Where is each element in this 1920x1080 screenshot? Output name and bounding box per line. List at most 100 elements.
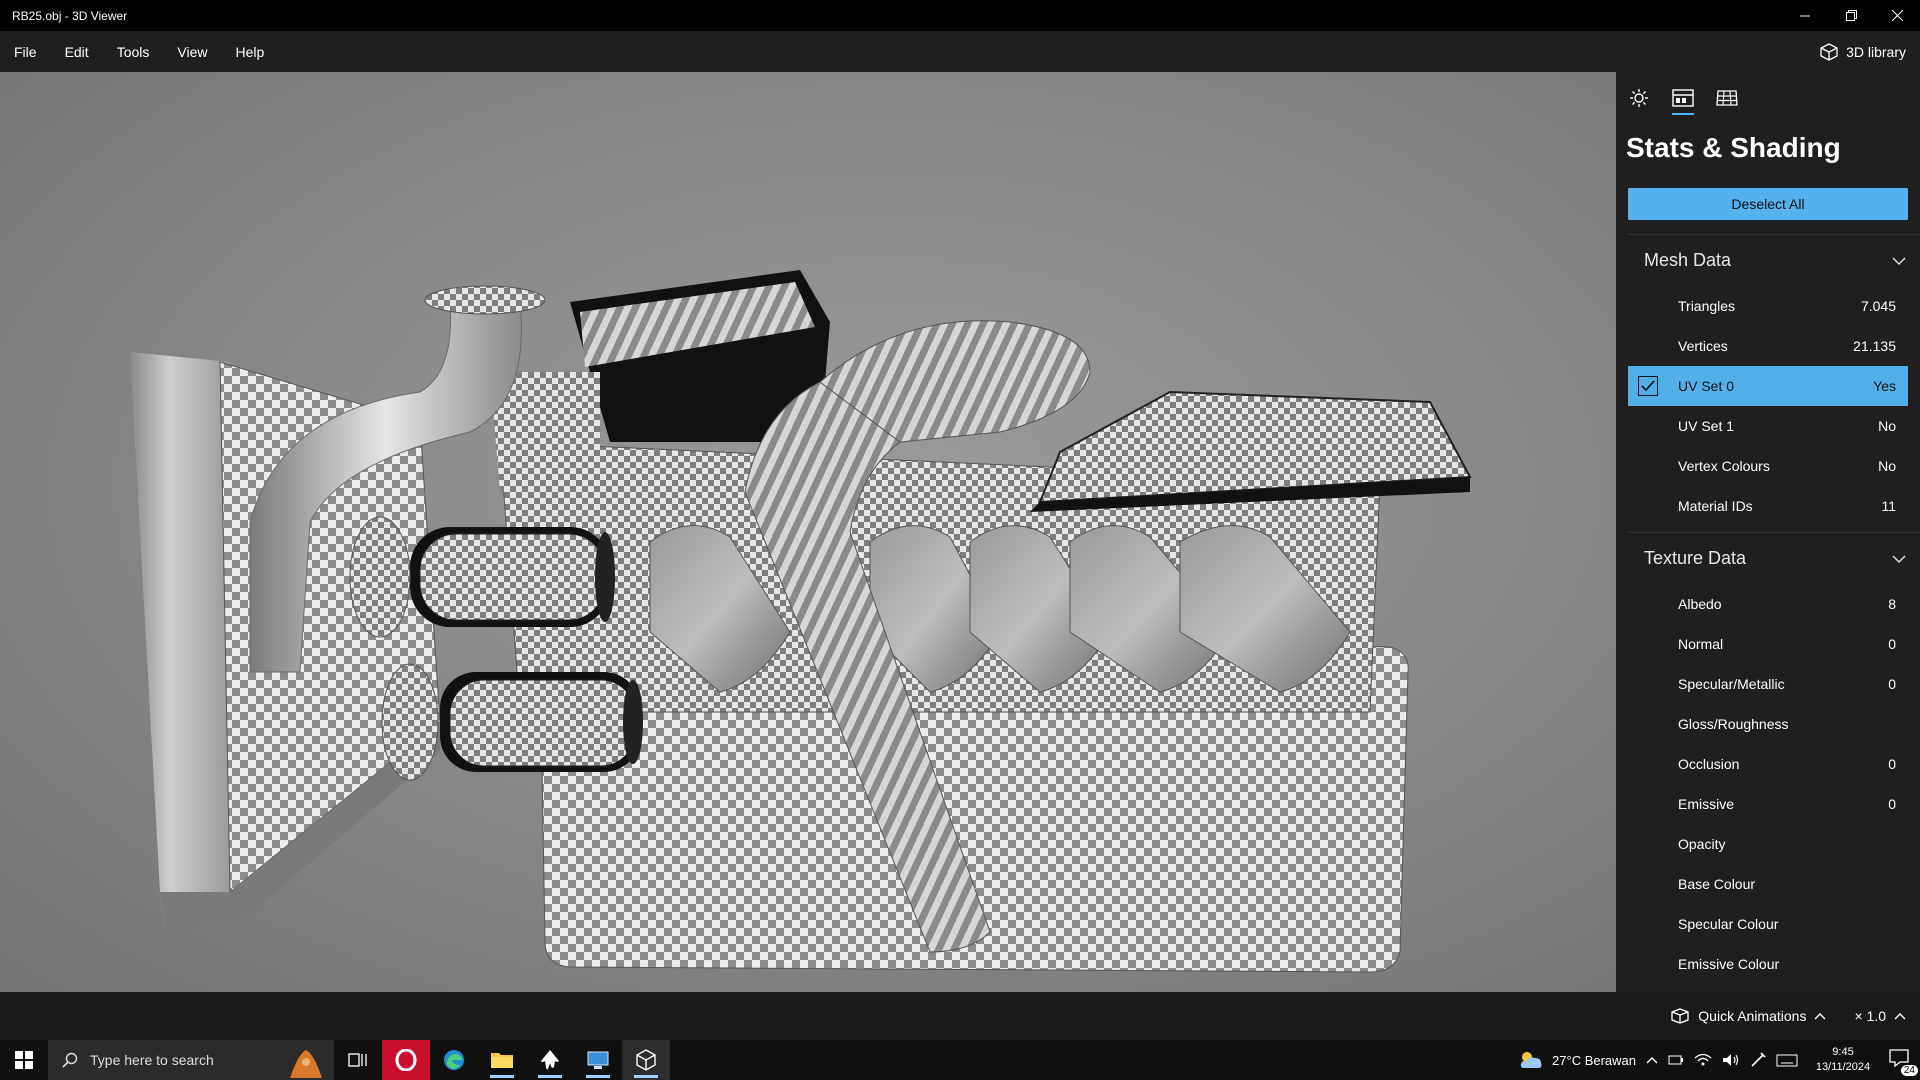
inkscape-icon <box>541 1050 559 1070</box>
3d-viewer-app[interactable] <box>622 1040 670 1080</box>
texture-row-opacity[interactable]: Opacity <box>1628 824 1908 864</box>
3d-library-button[interactable]: 3D library <box>1820 31 1906 72</box>
battery-icon[interactable] <box>1668 1053 1684 1067</box>
3d-library-label: 3D library <box>1846 43 1906 60</box>
texture-row-specular-metallic[interactable]: Specular/Metallic 0 <box>1628 664 1908 704</box>
taskbar: Type here to search 27°C Berawan 9:45 13… <box>0 1040 1920 1080</box>
chevron-up-icon <box>1814 1013 1826 1020</box>
mesh-data-header[interactable]: Mesh Data <box>1628 234 1920 286</box>
minimize-icon <box>1800 15 1810 16</box>
deselect-all-button[interactable]: Deselect All <box>1628 188 1908 220</box>
panel-title: Stats & Shading <box>1626 132 1841 163</box>
row-label: UV Set 0 <box>1678 378 1735 394</box>
menu-help[interactable]: Help <box>221 31 278 72</box>
cube-icon <box>1820 42 1838 61</box>
weather-widget[interactable]: 27°C Berawan <box>1518 1050 1636 1070</box>
taskbar-search-box[interactable]: Type here to search <box>48 1040 334 1080</box>
mesh-row-vertices[interactable]: Vertices 21.135 <box>1628 326 1908 366</box>
quick-animations-label: Quick Animations <box>1698 1008 1807 1024</box>
restore-button[interactable] <box>1828 0 1874 31</box>
tab-grid[interactable] <box>1714 81 1740 115</box>
panel-tabs <box>1616 72 1920 124</box>
stats-shading-panel: Stats & Shading Deselect All Mesh Data T… <box>1616 72 1920 992</box>
windows-icon <box>15 1051 33 1069</box>
window-controls <box>1782 0 1920 31</box>
sun-icon <box>1630 89 1648 107</box>
row-value: Yes <box>1873 378 1896 394</box>
uv-set-0-checkbox[interactable] <box>1638 376 1658 396</box>
animation-speed-button[interactable]: × 1.0 <box>1854 1008 1906 1024</box>
row-label: Vertices <box>1678 338 1728 354</box>
animation-cube-icon <box>1671 1008 1689 1024</box>
remote-desktop-icon <box>587 1051 609 1069</box>
engine-model[interactable] <box>0 72 1616 992</box>
texture-row-emissive[interactable]: Emissive 0 <box>1628 784 1908 824</box>
volume-icon[interactable] <box>1722 1053 1740 1067</box>
row-label: Vertex Colours <box>1678 458 1770 474</box>
row-label: Normal <box>1678 636 1724 652</box>
folder-icon <box>491 1053 513 1068</box>
menu-tools[interactable]: Tools <box>103 31 164 72</box>
texture-row-occlusion[interactable]: Occlusion 0 <box>1628 744 1908 784</box>
menu-edit[interactable]: Edit <box>51 31 103 72</box>
title-bar: RB25.obj - 3D Viewer <box>0 0 1920 31</box>
clock-time: 9:45 <box>1832 1046 1854 1058</box>
task-view-icon <box>348 1053 367 1067</box>
texture-data-header[interactable]: Texture Data <box>1628 532 1920 584</box>
opera-app[interactable] <box>382 1040 430 1080</box>
system-tray: 27°C Berawan 9:45 13/11/2024 24 <box>1518 1040 1920 1080</box>
wifi-icon[interactable] <box>1694 1053 1712 1067</box>
row-value: 0 <box>1888 636 1896 652</box>
mesh-row-uv-set-1[interactable]: UV Set 1 No <box>1628 406 1908 446</box>
edge-app[interactable] <box>430 1040 478 1080</box>
row-label: Gloss/Roughness <box>1678 716 1789 732</box>
menu-file[interactable]: File <box>0 31 51 72</box>
mesh-row-triangles[interactable]: Triangles 7.045 <box>1628 286 1908 326</box>
rdp-app[interactable] <box>574 1040 622 1080</box>
texture-row-gloss-roughness[interactable]: Gloss/Roughness <box>1628 704 1908 744</box>
pen-icon[interactable] <box>1750 1052 1766 1068</box>
mesh-row-uv-set-0[interactable]: UV Set 0 Yes <box>1628 366 1908 406</box>
texture-row-base-colour[interactable]: Base Colour <box>1628 864 1908 904</box>
keyboard-icon[interactable] <box>1776 1053 1798 1067</box>
row-label: Opacity <box>1678 836 1726 852</box>
clock-date: 13/11/2024 <box>1815 1061 1871 1073</box>
chevron-up-icon <box>1894 1013 1906 1020</box>
row-label: Albedo <box>1678 596 1722 612</box>
mesh-row-vertex-colours[interactable]: Vertex Colours No <box>1628 446 1908 486</box>
row-value: No <box>1878 418 1896 434</box>
tab-stats[interactable] <box>1670 81 1696 115</box>
cloud-sun-icon <box>1520 1052 1542 1068</box>
row-label: Occlusion <box>1678 756 1740 772</box>
row-value: 11 <box>1881 498 1896 514</box>
weather-text: 27°C Berawan <box>1552 1052 1636 1068</box>
close-icon <box>1891 10 1903 21</box>
task-view-button[interactable] <box>334 1040 382 1080</box>
row-value: 0 <box>1888 676 1896 692</box>
notification-center-button[interactable]: 24 <box>1888 1048 1918 1076</box>
texture-data-label: Texture Data <box>1644 548 1747 568</box>
inkscape-app[interactable] <box>526 1040 574 1080</box>
row-value: 0 <box>1888 796 1896 812</box>
mesh-row-material-ids[interactable]: Material IDs 11 <box>1628 486 1908 526</box>
tab-lighting[interactable] <box>1626 81 1652 115</box>
minimize-button[interactable] <box>1782 0 1828 31</box>
mesh-data-label: Mesh Data <box>1644 250 1732 270</box>
texture-row-normal[interactable]: Normal 0 <box>1628 624 1908 664</box>
texture-row-albedo[interactable]: Albedo 8 <box>1628 584 1908 624</box>
window-title: RB25.obj - 3D Viewer <box>12 8 128 23</box>
quick-animations-button[interactable]: Quick Animations <box>1670 1008 1826 1024</box>
menu-view[interactable]: View <box>163 31 221 72</box>
texture-row-specular-colour[interactable]: Specular Colour <box>1628 904 1908 944</box>
row-value: 7.045 <box>1860 298 1896 314</box>
start-button[interactable] <box>0 1040 48 1080</box>
chevron-up-icon[interactable] <box>1646 1056 1658 1064</box>
speed-label: × 1.0 <box>1854 1008 1886 1024</box>
close-button[interactable] <box>1874 0 1920 31</box>
row-label: Material IDs <box>1678 498 1753 514</box>
3d-viewport[interactable] <box>0 72 1616 992</box>
file-explorer-app[interactable] <box>478 1040 526 1080</box>
clock[interactable]: 9:45 13/11/2024 <box>1808 1045 1878 1075</box>
row-value: 8 <box>1888 596 1896 612</box>
texture-row-emissive-colour[interactable]: Emissive Colour <box>1628 944 1908 984</box>
